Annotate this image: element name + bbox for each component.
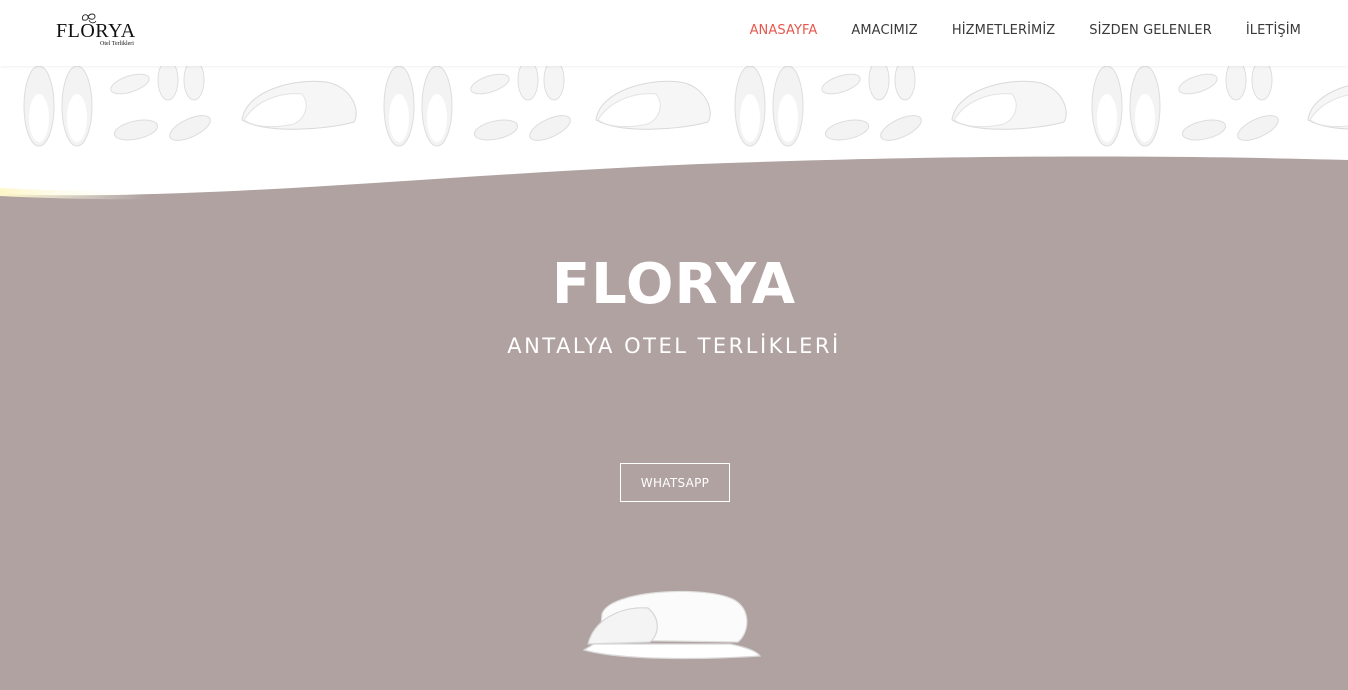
logo-tagline: Otel Terlikleri — [100, 41, 134, 47]
florya-logo[interactable]: FLORYA Otel Terlikleri — [55, 10, 155, 56]
site-header: FLORYA Otel Terlikleri ANASAYFA AMACIMIZ… — [0, 0, 1348, 66]
hero-subtitle: ANTALYA OTEL TERLİKLERİ — [507, 334, 841, 358]
nav-item-anasayfa[interactable]: ANASAYFA — [750, 23, 818, 38]
logo-wordmark: FLORYA — [56, 20, 136, 42]
whatsapp-button[interactable]: WHATSAPP — [620, 463, 730, 502]
main-nav: ANASAYFA AMACIMIZ HİZMETLERİMİZ SİZDEN G… — [716, 23, 1301, 38]
hero-title: FLORYA — [551, 252, 797, 317]
hero-section: FLORYA ANTALYA OTEL TERLİKLERİ WHATSAPP — [0, 200, 1348, 690]
nav-item-amacimiz[interactable]: AMACIMIZ — [851, 23, 917, 38]
nav-item-iletisim[interactable]: İLETİŞİM — [1246, 23, 1301, 38]
slipper-product-image — [582, 590, 762, 660]
nav-item-sizden-gelenler[interactable]: SİZDEN GELENLER — [1089, 23, 1212, 38]
nav-item-hizmetlerimiz[interactable]: HİZMETLERİMİZ — [952, 23, 1055, 38]
